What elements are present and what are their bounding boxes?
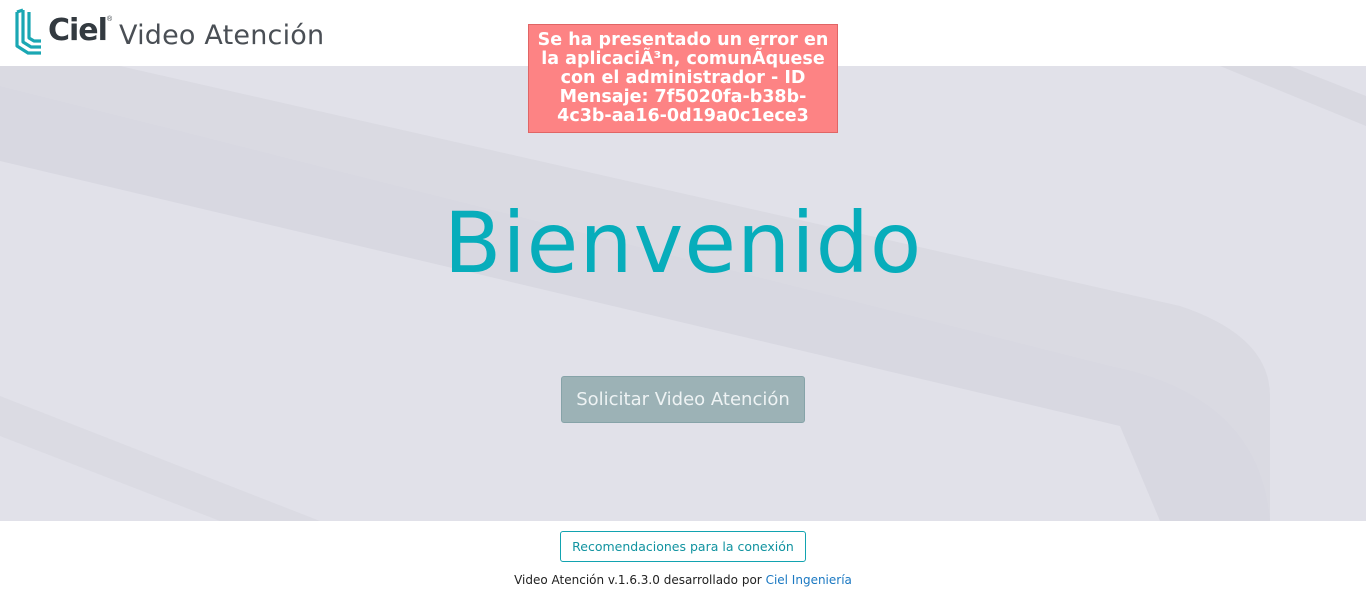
hero-background-stripes [0, 66, 1366, 521]
logo-wordmark: Ciel [48, 13, 108, 48]
version-credits: Video Atención v.1.6.3.0 desarrollado po… [0, 573, 1366, 587]
app-title: Video Atención [119, 20, 325, 51]
registered-mark: ® [106, 15, 113, 23]
welcome-heading: Bienvenido [443, 194, 923, 292]
request-video-attention-button[interactable]: Solicitar Video Atención [561, 376, 805, 423]
credits-text: Video Atención v.1.6.3.0 desarrollado po… [514, 573, 762, 587]
ciel-logo-icon [14, 6, 44, 61]
hero-section: Bienvenido Solicitar Video Atención [0, 66, 1366, 521]
error-toast: Se ha presentado un error en la aplicaci… [528, 24, 838, 133]
ciel-ingenieria-link[interactable]: Ciel Ingeniería [766, 573, 852, 587]
connection-recommendations-button[interactable]: Recomendaciones para la conexión [560, 531, 806, 562]
ciel-logo[interactable]: Ciel ® [14, 6, 113, 61]
page-footer: Recomendaciones para la conexión Video A… [0, 521, 1366, 598]
